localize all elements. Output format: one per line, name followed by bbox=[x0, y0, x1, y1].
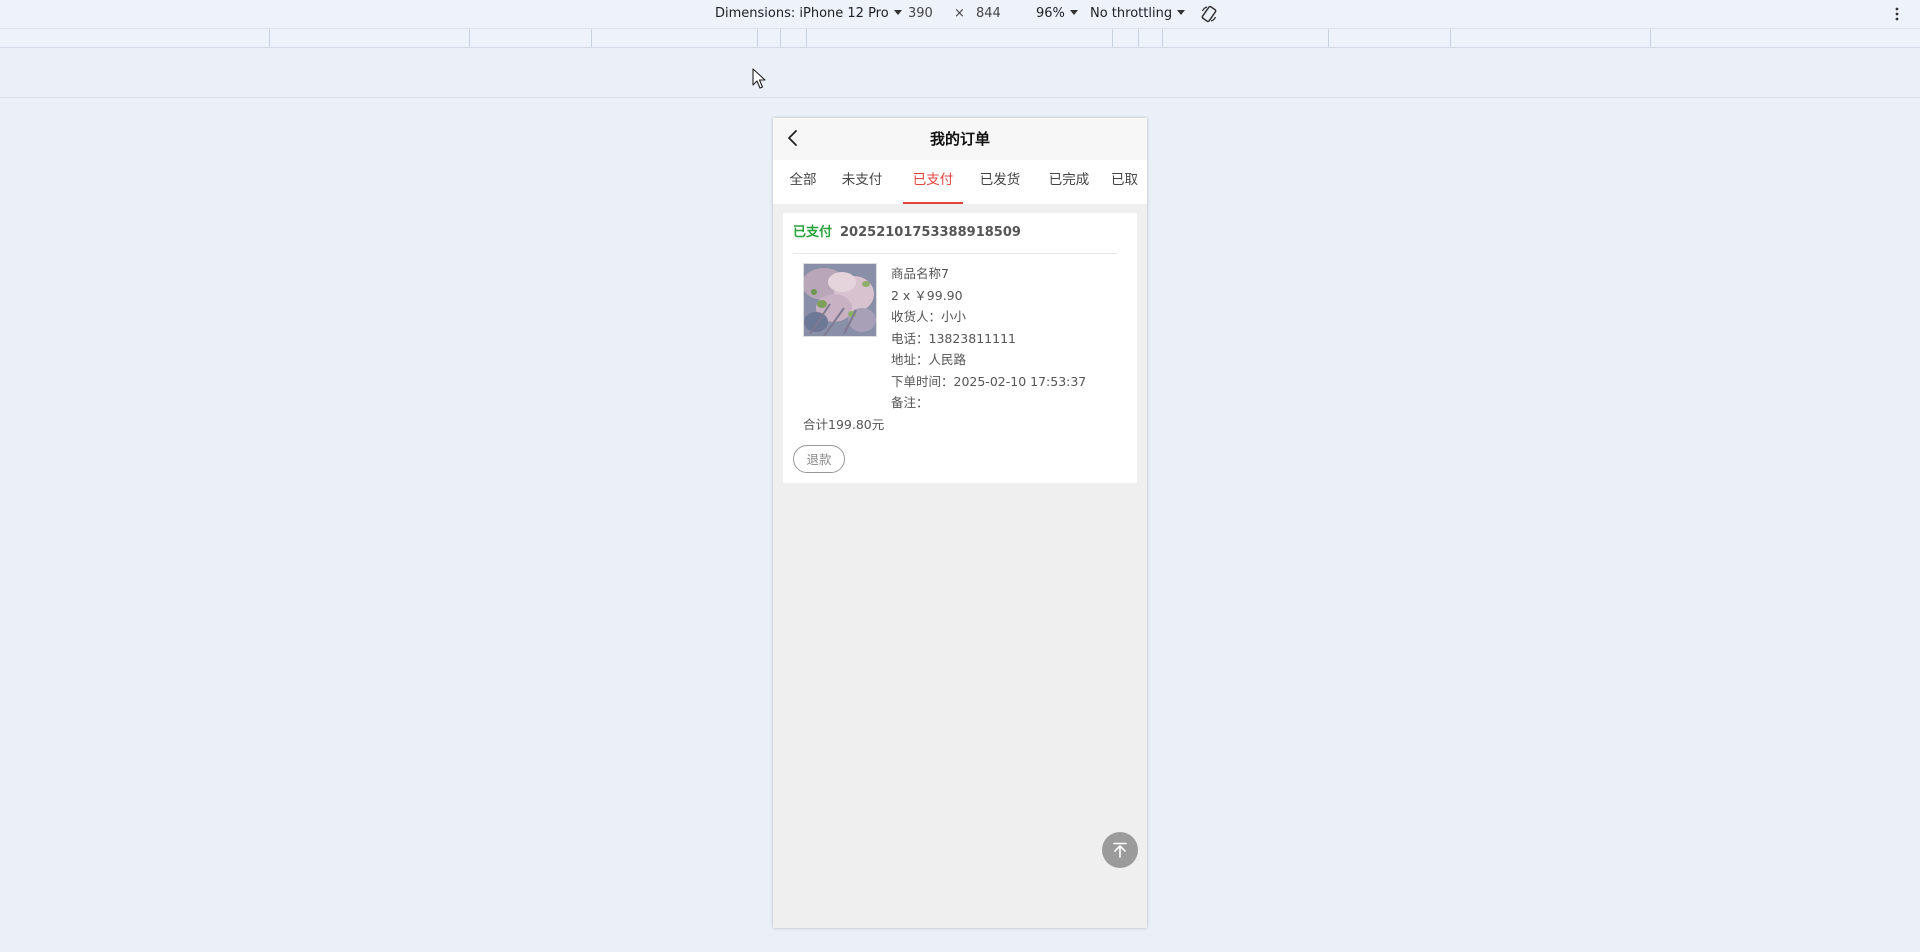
phone-viewport: 我的订单 全部 未支付 已支付 已发货 已完成 已取 已支付 2025210175… bbox=[773, 118, 1147, 928]
phone-number: 电话：13823811111 bbox=[891, 330, 1016, 346]
status-badge: 已支付 bbox=[793, 225, 833, 240]
ruler-tick bbox=[1328, 29, 1329, 47]
order-card-header: 已支付 20252101753388918509 bbox=[793, 223, 1117, 254]
quantity-price: 2 x ￥99.90 bbox=[891, 287, 963, 303]
width-input[interactable]: 390 bbox=[908, 0, 933, 28]
media-query-ruler[interactable] bbox=[0, 29, 1920, 48]
arrow-to-top-icon bbox=[1113, 842, 1127, 858]
devtools-device-toolbar: Dimensions: iPhone 12 Pro 390 × 844 96% … bbox=[0, 0, 1920, 29]
order-total: 合计199.80元 bbox=[803, 417, 885, 432]
ruler-tick bbox=[1138, 29, 1139, 47]
address: 地址：人民路 bbox=[891, 352, 967, 367]
ruler-tick bbox=[591, 29, 592, 47]
chevron-down-icon bbox=[1177, 10, 1186, 15]
page-title: 我的订单 bbox=[929, 130, 990, 148]
ruler-tick bbox=[780, 29, 781, 47]
tab-unpaid[interactable]: 未支付 bbox=[835, 160, 889, 204]
height-input[interactable]: 844 bbox=[976, 0, 1001, 28]
ruler-tick bbox=[1450, 29, 1451, 47]
device-select[interactable]: Dimensions: iPhone 12 Pro bbox=[715, 0, 902, 28]
order-number: 20252101753388918509 bbox=[840, 225, 1021, 240]
remark: 备注： bbox=[891, 395, 929, 410]
zoom-select[interactable]: 96% bbox=[1036, 0, 1078, 28]
ruler-tick bbox=[1650, 29, 1651, 47]
order-status-tabs: 全部 未支付 已支付 已发货 已完成 已取 bbox=[773, 160, 1147, 204]
tab-cancelled[interactable]: 已取 bbox=[1109, 160, 1147, 204]
tab-all[interactable]: 全部 bbox=[781, 160, 825, 204]
throttling-label: No throttling bbox=[1090, 6, 1173, 21]
scroll-to-top-button[interactable] bbox=[1102, 832, 1138, 868]
device-select-label: Dimensions: iPhone 12 Pro bbox=[715, 6, 889, 21]
rotate-device-icon[interactable] bbox=[1200, 5, 1218, 23]
zoom-label: 96% bbox=[1036, 6, 1065, 21]
product-name[interactable]: 商品名称7 bbox=[891, 263, 1086, 285]
ruler-tick bbox=[269, 29, 270, 47]
product-image[interactable] bbox=[803, 263, 877, 337]
ruler-tick bbox=[1112, 29, 1113, 47]
mouse-cursor-icon bbox=[752, 68, 766, 89]
ruler-tick bbox=[1162, 29, 1163, 47]
order-details: 商品名称7 2 x ￥99.90 收货人：小小 电话：13823811111 地… bbox=[891, 263, 1086, 414]
nav-bar: 我的订单 bbox=[773, 118, 1147, 160]
tab-shipped[interactable]: 已发货 bbox=[973, 160, 1027, 204]
dimension-separator: × bbox=[954, 6, 965, 21]
tab-completed[interactable]: 已完成 bbox=[1042, 160, 1096, 204]
refund-button[interactable]: 退款 bbox=[793, 445, 845, 473]
throttling-select[interactable]: No throttling bbox=[1090, 0, 1186, 28]
receiver: 收货人：小小 bbox=[891, 309, 967, 324]
ruler-tick bbox=[806, 29, 807, 47]
chevron-left-icon[interactable] bbox=[783, 128, 803, 148]
order-card: 已支付 20252101753388918509 商品名称7 2 x ￥99.90 bbox=[783, 213, 1137, 483]
viewport-ruler-band bbox=[0, 48, 1920, 98]
ruler-tick bbox=[469, 29, 470, 47]
ruler-tick bbox=[757, 29, 758, 47]
tab-paid[interactable]: 已支付 bbox=[903, 160, 963, 204]
chevron-down-icon bbox=[1069, 10, 1078, 15]
order-time: 下单时间：2025-02-10 17:53:37 bbox=[891, 373, 1087, 389]
kebab-menu-icon[interactable] bbox=[1894, 5, 1900, 23]
chevron-down-icon bbox=[893, 10, 902, 15]
